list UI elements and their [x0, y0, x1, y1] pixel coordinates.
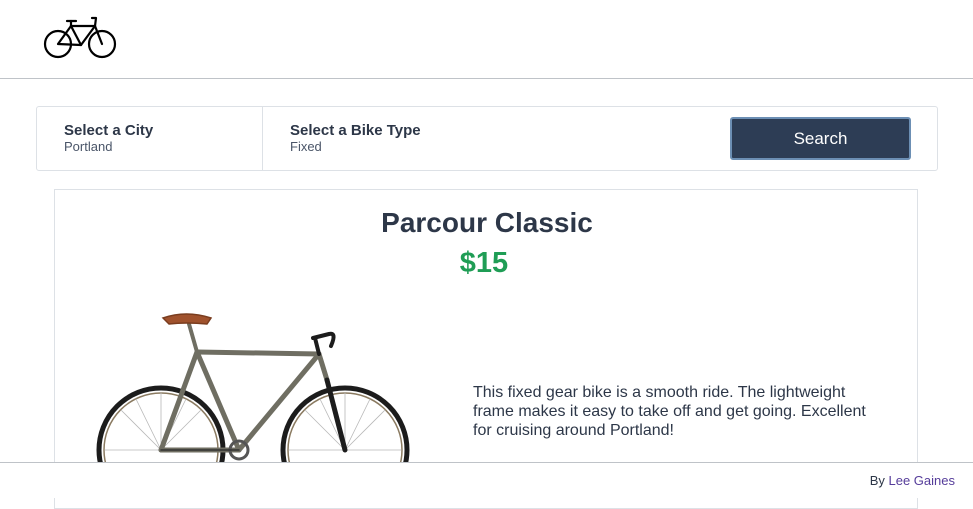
search-bar: Select a City Portland Select a Bike Typ… — [36, 106, 938, 171]
bicycle-icon[interactable] — [43, 15, 117, 61]
city-select-label: Select a City — [64, 122, 154, 139]
bike-type-select[interactable]: Select a Bike Type Fixed — [263, 107, 563, 170]
bike-image — [96, 313, 410, 470]
site-header — [0, 0, 973, 79]
bike-price: $15 — [459, 247, 509, 279]
author-link[interactable]: Lee Gaines — [889, 473, 956, 488]
city-select-value[interactable]: Portland — [64, 139, 262, 154]
bike-listing-card: Parcour Classic $15 This fixed gear bike… — [54, 189, 918, 509]
author-credit: By Lee Gaines — [870, 473, 955, 488]
city-select[interactable]: Select a City Portland — [37, 107, 263, 170]
site-footer: By Lee Gaines — [0, 462, 973, 498]
bike-description: This fixed gear bike is a smooth ride. T… — [473, 384, 866, 439]
bike-type-select-value[interactable]: Fixed — [290, 139, 563, 154]
bike-type-select-label: Select a Bike Type — [290, 122, 421, 139]
author-credit-prefix: By — [869, 473, 885, 488]
bike-name: Parcour Classic — [381, 207, 593, 238]
search-button[interactable]: Search — [730, 117, 911, 160]
